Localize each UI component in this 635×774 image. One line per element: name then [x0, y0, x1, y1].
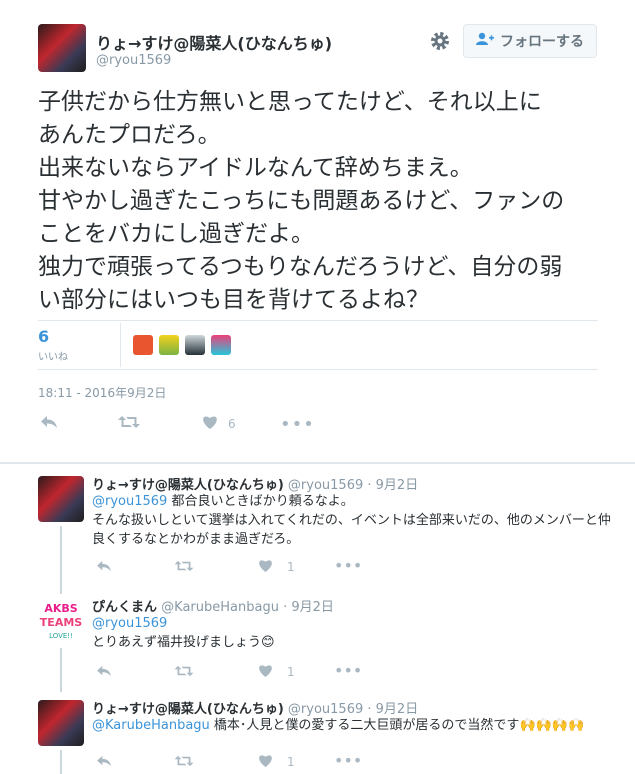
- heart-icon: [202, 414, 218, 433]
- retweet-button[interactable]: [174, 557, 194, 576]
- like-count: 1: [287, 559, 295, 574]
- retweet-icon: [174, 557, 194, 576]
- heart-icon: [258, 557, 273, 576]
- like-button[interactable]: 1: [258, 662, 295, 681]
- more-icon: •••: [334, 661, 363, 680]
- heart-icon: [258, 662, 273, 681]
- reply-icon: [40, 414, 58, 433]
- reply-text-inline: 橋本･人見と僕の愛する二大巨頭が居るので当然です: [209, 718, 520, 733]
- liker-avatar[interactable]: [211, 335, 231, 355]
- reply-date[interactable]: · 9月2日: [283, 600, 334, 615]
- reply-button[interactable]: [96, 557, 112, 576]
- reply-display-name[interactable]: りょ→すけ@陽菜人(ひなんちゅ): [92, 702, 284, 717]
- reply-handle[interactable]: @KarubeHanbagu: [161, 600, 279, 615]
- heart-icon: [258, 752, 273, 771]
- like-button[interactable]: 6: [202, 414, 236, 433]
- reply-avatar[interactable]: [38, 476, 84, 522]
- reply-header: ぴんくまん @KarubeHanbagu · 9月2日: [92, 596, 334, 615]
- like-count: 6: [228, 416, 236, 431]
- likes-stat[interactable]: 6 いいね: [38, 327, 108, 363]
- thread-line: [60, 648, 62, 692]
- author-avatar[interactable]: [38, 24, 86, 72]
- like-button[interactable]: 1: [258, 752, 295, 771]
- reply-text: @ryou1569 都合良いときばかり頼るなよ。 そんな扱いしといて選挙は入れて…: [92, 492, 620, 549]
- retweet-icon: [174, 752, 194, 771]
- reply-header: りょ→すけ@陽菜人(ひなんちゅ) @ryou1569 · 9月2日: [92, 474, 418, 493]
- follow-button[interactable]: フォローする: [463, 24, 597, 58]
- retweet-icon: [118, 414, 140, 433]
- avatar-logo: AKBS TEAMS LOVE!!: [40, 602, 82, 640]
- author-display-name[interactable]: りょ→すけ@陽菜人(ひなんちゅ): [96, 30, 332, 54]
- like-button[interactable]: 1: [258, 557, 295, 576]
- reply-avatar[interactable]: [38, 700, 84, 746]
- more-icon: •••: [334, 751, 363, 770]
- smile-emoji: 😊: [261, 635, 275, 650]
- reply-icon: [96, 752, 112, 771]
- more-icon: •••: [334, 556, 363, 575]
- retweet-button[interactable]: [174, 752, 194, 771]
- reply-button[interactable]: [40, 414, 58, 433]
- reply-handle[interactable]: @ryou1569: [288, 702, 363, 717]
- likes-count: 6: [38, 327, 50, 346]
- reply-text: @ryou1569 とりあえず福井投げましょう😊: [92, 614, 620, 652]
- reply-text-inline: 都合良いときばかり頼るなよ。: [167, 494, 354, 509]
- more-button[interactable]: •••: [334, 751, 362, 770]
- reply-text: @KarubeHanbagu 橋本･人見と僕の愛する二大巨頭が居るので当然です🙌…: [92, 716, 620, 735]
- reply-text-rest: そんな扱いしといて選挙は入れてくれだの、イベントは全部来いだの、他のメンバーと仲…: [92, 513, 611, 547]
- like-count: 1: [287, 754, 295, 769]
- follow-label: フォローする: [500, 34, 584, 50]
- divider: [38, 369, 598, 370]
- thread-line: [60, 750, 62, 774]
- stat-divider: [120, 323, 121, 367]
- reply-icon: [96, 662, 112, 681]
- retweet-button[interactable]: [174, 662, 194, 681]
- reply-mention[interactable]: @ryou1569: [92, 494, 167, 509]
- reply-avatar[interactable]: AKBS TEAMS LOVE!!: [36, 595, 86, 645]
- reply-display-name[interactable]: りょ→すけ@陽菜人(ひなんちゅ): [92, 478, 284, 493]
- svg-text:AKBS: AKBS: [44, 602, 77, 615]
- more-button[interactable]: •••: [334, 556, 362, 575]
- more-icon: •••: [280, 414, 315, 435]
- liker-avatar[interactable]: [133, 335, 153, 355]
- reply-mention[interactable]: @KarubeHanbagu: [92, 718, 210, 733]
- retweet-icon: [174, 662, 194, 681]
- like-count: 1: [287, 664, 295, 679]
- reply-display-name[interactable]: ぴんくまん: [92, 600, 157, 615]
- reply-icon: [96, 557, 112, 576]
- gear-icon[interactable]: [429, 30, 451, 52]
- tweet-text: 子供だから仕方無いと思ってたけど、それ以上に あんたプロだろ。 出来ないならアイ…: [38, 89, 565, 313]
- likes-label: いいね: [38, 352, 68, 363]
- liker-avatar[interactable]: [159, 335, 179, 355]
- divider: [38, 320, 598, 321]
- svg-text:TEAMS: TEAMS: [40, 616, 82, 629]
- reply-date[interactable]: · 9月2日: [367, 702, 418, 717]
- liker-avatars: [133, 335, 231, 355]
- more-button[interactable]: •••: [334, 661, 362, 680]
- thread-line: [60, 526, 62, 594]
- retweet-button[interactable]: [118, 414, 140, 433]
- add-user-icon: [476, 32, 494, 50]
- reply-button[interactable]: [96, 662, 112, 681]
- more-button[interactable]: •••: [280, 414, 315, 435]
- section-separator: [0, 462, 635, 464]
- reply-button[interactable]: [96, 752, 112, 771]
- reply-handle[interactable]: @ryou1569: [288, 478, 363, 493]
- tweet-timestamp[interactable]: 18:11 - 2016年9月2日: [38, 384, 166, 401]
- liker-avatar[interactable]: [185, 335, 205, 355]
- reply-date[interactable]: · 9月2日: [367, 478, 418, 493]
- svg-text:LOVE!!: LOVE!!: [49, 632, 73, 640]
- reply-text-rest: とりあえず福井投げましょう: [92, 635, 262, 650]
- author-handle[interactable]: @ryou1569: [96, 53, 171, 68]
- reply-mention[interactable]: @ryou1569: [92, 616, 167, 631]
- raised-hands-emoji: 🙌🙌🙌🙌: [519, 718, 585, 733]
- reply-header: りょ→すけ@陽菜人(ひなんちゅ) @ryou1569 · 9月2日: [92, 698, 418, 717]
